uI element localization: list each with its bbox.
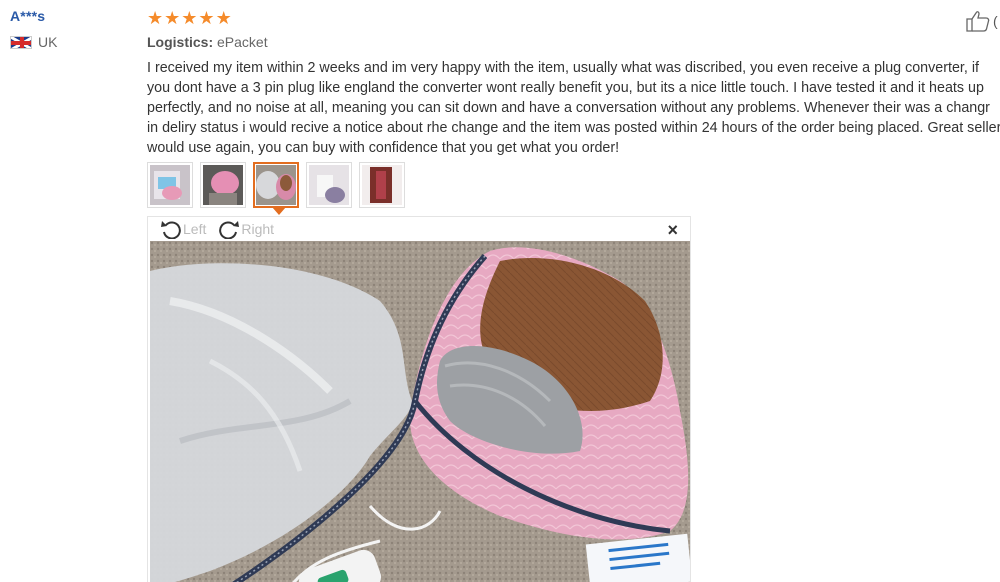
review-body: ★ ★ ★ ★ ★ Logistics: ePacket I received … — [147, 8, 1000, 158]
rotate-left-label: Left — [183, 221, 207, 237]
star-icon: ★ — [147, 8, 164, 28]
rotate-left-button[interactable]: Left — [160, 219, 206, 239]
photo-thumbnails — [147, 162, 405, 215]
thumbnail-3[interactable] — [253, 162, 299, 215]
close-icon[interactable]: × — [667, 220, 678, 241]
star-icon: ★ — [164, 8, 181, 28]
thumbnail-4[interactable] — [306, 162, 352, 208]
uk-flag-icon — [10, 35, 32, 49]
logistics-info: Logistics: ePacket — [147, 34, 1000, 50]
helpful-button[interactable]: ( — [965, 10, 998, 32]
rotate-right-label: Right — [241, 221, 275, 237]
logistics-value: ePacket — [217, 34, 268, 50]
viewer-toolbar: Left Right × — [148, 217, 690, 241]
review-photo — [150, 241, 690, 582]
country-label: UK — [38, 34, 58, 50]
rotate-left-icon — [161, 221, 181, 239]
helpful-count: ( — [993, 13, 998, 29]
star-rating: ★ ★ ★ ★ ★ — [147, 8, 1000, 28]
thumbnail-5[interactable] — [359, 162, 405, 208]
thumbnail-2[interactable] — [200, 162, 246, 208]
reviewer-info: A***s UK — [10, 8, 130, 50]
reviewer-name: A***s — [10, 8, 46, 24]
photo-viewer: Left Right × — [147, 216, 691, 582]
review-text: I received my item within 2 weeks and im… — [147, 60, 1000, 156]
star-icon: ★ — [181, 8, 198, 28]
rotate-right-button[interactable]: Right — [218, 219, 274, 239]
reviewer-country: UK — [10, 34, 130, 50]
rotate-right-icon — [219, 221, 240, 239]
star-icon: ★ — [198, 8, 215, 28]
active-thumbnail-caret — [272, 207, 286, 215]
star-icon: ★ — [215, 8, 232, 28]
thumbnail-1[interactable] — [147, 162, 193, 208]
thumbs-up-icon[interactable] — [965, 10, 991, 32]
logistics-label: Logistics: — [147, 34, 214, 50]
